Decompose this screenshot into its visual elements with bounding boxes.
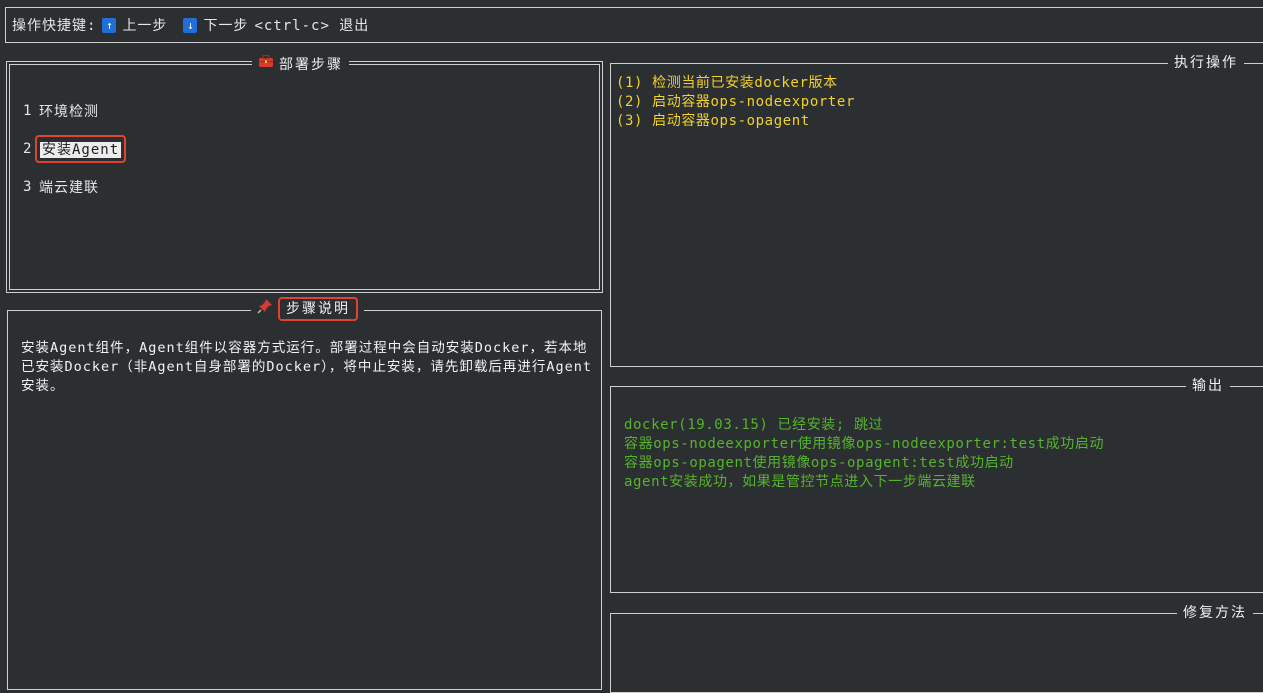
step-number: 3 (23, 179, 33, 195)
output-line: 容器ops-nodeexporter使用镜像ops-nodeexporter:t… (624, 436, 1105, 452)
step-number: 2 (23, 141, 33, 157)
pushpin-icon (257, 298, 273, 320)
output-line: 容器ops-opagent使用镜像ops-opagent:test成功启动 (624, 455, 1014, 471)
steps-panel-title-text: 部署步骤 (279, 56, 343, 73)
output-log: docker(19.03.15) 已经安装; 跳过 容器ops-nodeexpo… (624, 416, 1104, 492)
next-step-hint: 下一步 (203, 18, 249, 34)
description-panel-title: 步骤说明 (251, 297, 364, 321)
step-item-install-agent[interactable]: 2 安装Agent (23, 130, 127, 168)
step-label: 端云建联 (39, 180, 99, 196)
toolbox-icon (258, 54, 274, 74)
steps-panel: 部署步骤 1 环境检测 2 安装Agent 3 端云建联 (6, 54, 603, 293)
selected-step-highlight: 安装Agent (35, 135, 127, 163)
execute-item: (2) 启动容器ops-nodeexporter (616, 94, 855, 110)
exit-hint: <ctrl-c> 退出 (254, 18, 370, 34)
shortcut-label: 操作快捷键: (12, 18, 97, 34)
steps-list: 1 环境检测 2 安装Agent 3 端云建联 (23, 92, 127, 206)
step-label: 安装Agent (40, 142, 122, 158)
step-description-panel: 步骤说明 安装Agent组件，Agent组件以容器方式运行。部署过程中会自动安装… (7, 297, 602, 690)
execute-list: (1) 检测当前已安装docker版本 (2) 启动容器ops-nodeexpo… (616, 74, 855, 131)
arrow-down-icon: ↓ (183, 17, 198, 33)
step-item-env-check[interactable]: 1 环境检测 (23, 92, 126, 130)
fix-method-panel: 修复方法 (610, 604, 1263, 693)
execute-panel-title: 执行操作 (1168, 54, 1244, 72)
fix-method-panel-title: 修复方法 (1177, 604, 1253, 622)
prev-step-hint: 上一步 (122, 18, 168, 34)
description-text: 安装Agent组件，Agent组件以容器方式运行。部署过程中会自动安装Docke… (21, 340, 593, 394)
arrow-up-icon: ↑ (102, 17, 117, 33)
execute-item: (1) 检测当前已安装docker版本 (616, 75, 838, 91)
output-panel: 输出 docker(19.03.15) 已经安装; 跳过 容器ops-nodee… (610, 377, 1263, 593)
execute-item: (3) 启动容器ops-opagent (616, 113, 810, 129)
output-line: agent安装成功，如果是管控节点进入下一步端云建联 (624, 474, 976, 490)
step-label: 环境检测 (39, 104, 99, 120)
step-number: 1 (23, 103, 33, 119)
description-panel-title-text: 步骤说明 (278, 297, 358, 321)
shortcut-bar: 操作快捷键: ↑ 上一步 ↓ 下一步 <ctrl-c> 退出 (5, 7, 1263, 43)
output-line: docker(19.03.15) 已经安装; 跳过 (624, 417, 884, 433)
steps-panel-title: 部署步骤 (252, 54, 349, 74)
output-panel-title: 输出 (1186, 377, 1230, 395)
execute-panel: 执行操作 (1) 检测当前已安装docker版本 (2) 启动容器ops-nod… (610, 54, 1263, 367)
step-item-cloud-link[interactable]: 3 端云建联 (23, 168, 126, 206)
